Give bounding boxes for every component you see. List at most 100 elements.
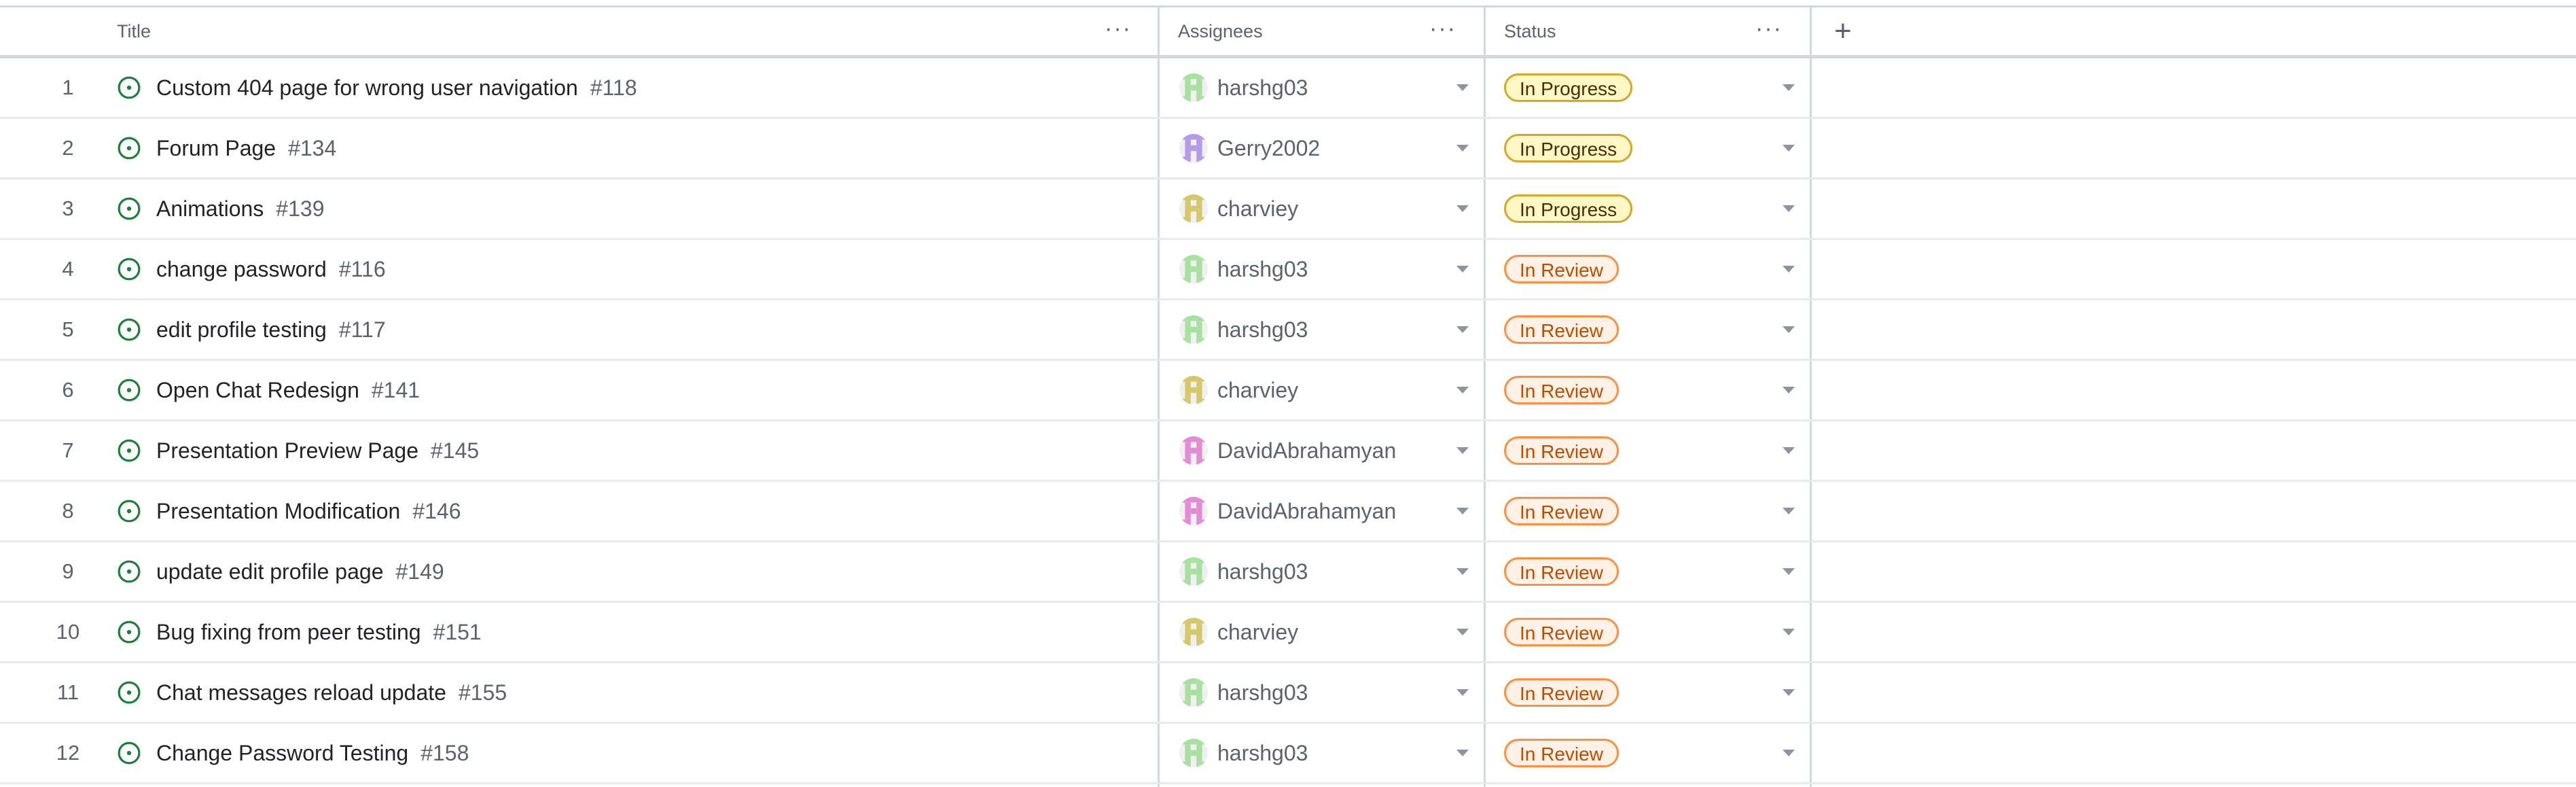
issue-title-cell[interactable]: Bug fixing from peer testing #151 [156,603,482,661]
assignee-dropdown-icon[interactable] [1456,387,1469,394]
avatar[interactable] [1179,678,1208,707]
assignee-name[interactable]: charviey [1217,361,1298,419]
column-assignees-menu-icon[interactable]: ··· [1429,17,1456,40]
column-title-menu-icon[interactable]: ··· [1105,17,1132,40]
issue-title[interactable]: change password [156,257,327,281]
issue-title[interactable]: Change Password Testing [156,741,408,765]
issue-title-cell[interactable]: change password #116 [156,240,386,298]
status-dropdown-icon[interactable] [1783,447,1795,454]
assignee-name[interactable]: harshg03 [1217,663,1308,722]
assignee-name[interactable]: harshg03 [1217,724,1308,782]
avatar[interactable] [1179,739,1208,767]
table-row[interactable]: 1 Custom 404 page for wrong user navigat… [0,58,2576,119]
column-header-status[interactable]: Status ··· [1504,7,1810,55]
issue-number[interactable]: #134 [288,136,336,160]
status-badge[interactable]: In Progress [1504,134,1633,162]
status-badge[interactable]: In Review [1504,618,1619,646]
issue-title[interactable]: Custom 404 page for wrong user navigatio… [156,75,578,100]
assignee-name[interactable]: Gerry2002 [1217,119,1320,177]
issue-title-cell[interactable]: Forum Page #134 [156,119,336,177]
status-dropdown-icon[interactable] [1783,205,1795,212]
issue-number[interactable]: #149 [395,559,444,584]
assignee-dropdown-icon[interactable] [1456,447,1469,454]
issue-title-cell[interactable]: edit profile testing #117 [156,300,386,359]
status-dropdown-icon[interactable] [1783,266,1795,273]
assignee-dropdown-icon[interactable] [1456,145,1469,152]
status-badge[interactable]: In Review [1504,497,1619,525]
assignee-dropdown-icon[interactable] [1456,750,1469,756]
issue-number[interactable]: #141 [372,378,420,402]
assignee-name[interactable]: charviey [1217,179,1298,238]
issue-title[interactable]: Chat messages reload update [156,680,446,705]
issue-number[interactable]: #158 [421,741,469,765]
assignee-dropdown-icon[interactable] [1456,689,1469,696]
avatar[interactable] [1179,618,1208,646]
issue-number[interactable]: #155 [459,680,507,705]
avatar[interactable] [1179,497,1208,525]
issue-number[interactable]: #151 [433,620,482,644]
issue-title[interactable]: Presentation Preview Page [156,438,418,463]
status-badge[interactable]: In Review [1504,376,1619,404]
issue-title-cell[interactable]: Open Chat Redesign #141 [156,361,420,419]
issue-number[interactable]: #145 [431,438,479,463]
status-dropdown-icon[interactable] [1783,508,1795,514]
issue-title-cell[interactable]: Animations #139 [156,179,324,238]
status-badge[interactable]: In Review [1504,315,1619,344]
table-row[interactable]: 6 Open Chat Redesign #141 charviey In Rev… [0,361,2576,421]
assignee-name[interactable]: harshg03 [1217,542,1308,601]
avatar[interactable] [1179,73,1208,102]
assignee-dropdown-icon[interactable] [1456,326,1469,333]
status-badge[interactable]: In Review [1504,739,1619,767]
issue-number[interactable]: #139 [276,196,324,221]
issue-title[interactable]: Forum Page [156,136,276,160]
table-row[interactable]: 4 change password #116 harshg03 In Review [0,240,2576,300]
issue-title-cell[interactable]: Presentation Preview Page #145 [156,421,479,480]
issue-title[interactable]: Open Chat Redesign [156,378,359,402]
issue-title-cell[interactable]: Chat messages reload update #155 [156,663,507,722]
status-dropdown-icon[interactable] [1783,568,1795,575]
status-dropdown-icon[interactable] [1783,145,1795,152]
status-dropdown-icon[interactable] [1783,750,1795,756]
status-dropdown-icon[interactable] [1783,387,1795,394]
avatar[interactable] [1179,557,1208,586]
column-status-menu-icon[interactable]: ··· [1755,17,1783,40]
avatar[interactable] [1179,315,1208,344]
issue-title-cell[interactable]: Presentation Modification #146 [156,482,461,540]
status-dropdown-icon[interactable] [1783,629,1795,635]
assignee-dropdown-icon[interactable] [1456,84,1469,91]
issue-number[interactable]: #146 [412,499,461,523]
status-dropdown-icon[interactable] [1783,326,1795,333]
assignee-dropdown-icon[interactable] [1456,205,1469,212]
assignee-name[interactable]: harshg03 [1217,240,1308,298]
avatar[interactable] [1179,436,1208,465]
assignee-dropdown-icon[interactable] [1456,629,1469,635]
avatar[interactable] [1179,134,1208,162]
issue-number[interactable]: #118 [590,75,637,100]
table-row[interactable]: 12 Change Password Testing #158 harshg03 … [0,724,2576,784]
status-badge[interactable]: In Progress [1504,73,1633,102]
issue-title[interactable]: update edit profile page [156,559,383,584]
status-dropdown-icon[interactable] [1783,84,1795,91]
status-badge[interactable]: In Review [1504,436,1619,465]
table-row[interactable]: 9 update edit profile page #149 harshg03 … [0,542,2576,603]
column-header-assignees[interactable]: Assignees ··· [1178,7,1484,55]
assignee-name[interactable]: DavidAbrahamyan [1217,482,1396,540]
assignee-dropdown-icon[interactable] [1456,266,1469,273]
status-badge[interactable]: In Progress [1504,194,1633,223]
table-row[interactable]: 3 Animations #139 charviey In Progress [0,179,2576,240]
issue-title[interactable]: Presentation Modification [156,499,400,523]
assignee-name[interactable]: harshg03 [1217,300,1308,359]
add-field-icon[interactable]: + [1834,7,1868,55]
issue-number[interactable]: #116 [339,257,386,281]
issue-title[interactable]: Animations [156,196,264,221]
status-badge[interactable]: In Review [1504,557,1619,586]
table-row[interactable]: 10 Bug fixing from peer testing #151 char… [0,603,2576,663]
status-dropdown-icon[interactable] [1783,689,1795,696]
avatar[interactable] [1179,376,1208,404]
issue-title-cell[interactable]: Change Password Testing #158 [156,724,469,782]
issue-title-cell[interactable]: update edit profile page #149 [156,542,444,601]
assignee-dropdown-icon[interactable] [1456,508,1469,514]
status-badge[interactable]: In Review [1504,255,1619,283]
assignee-dropdown-icon[interactable] [1456,568,1469,575]
issue-title[interactable]: Bug fixing from peer testing [156,620,421,644]
